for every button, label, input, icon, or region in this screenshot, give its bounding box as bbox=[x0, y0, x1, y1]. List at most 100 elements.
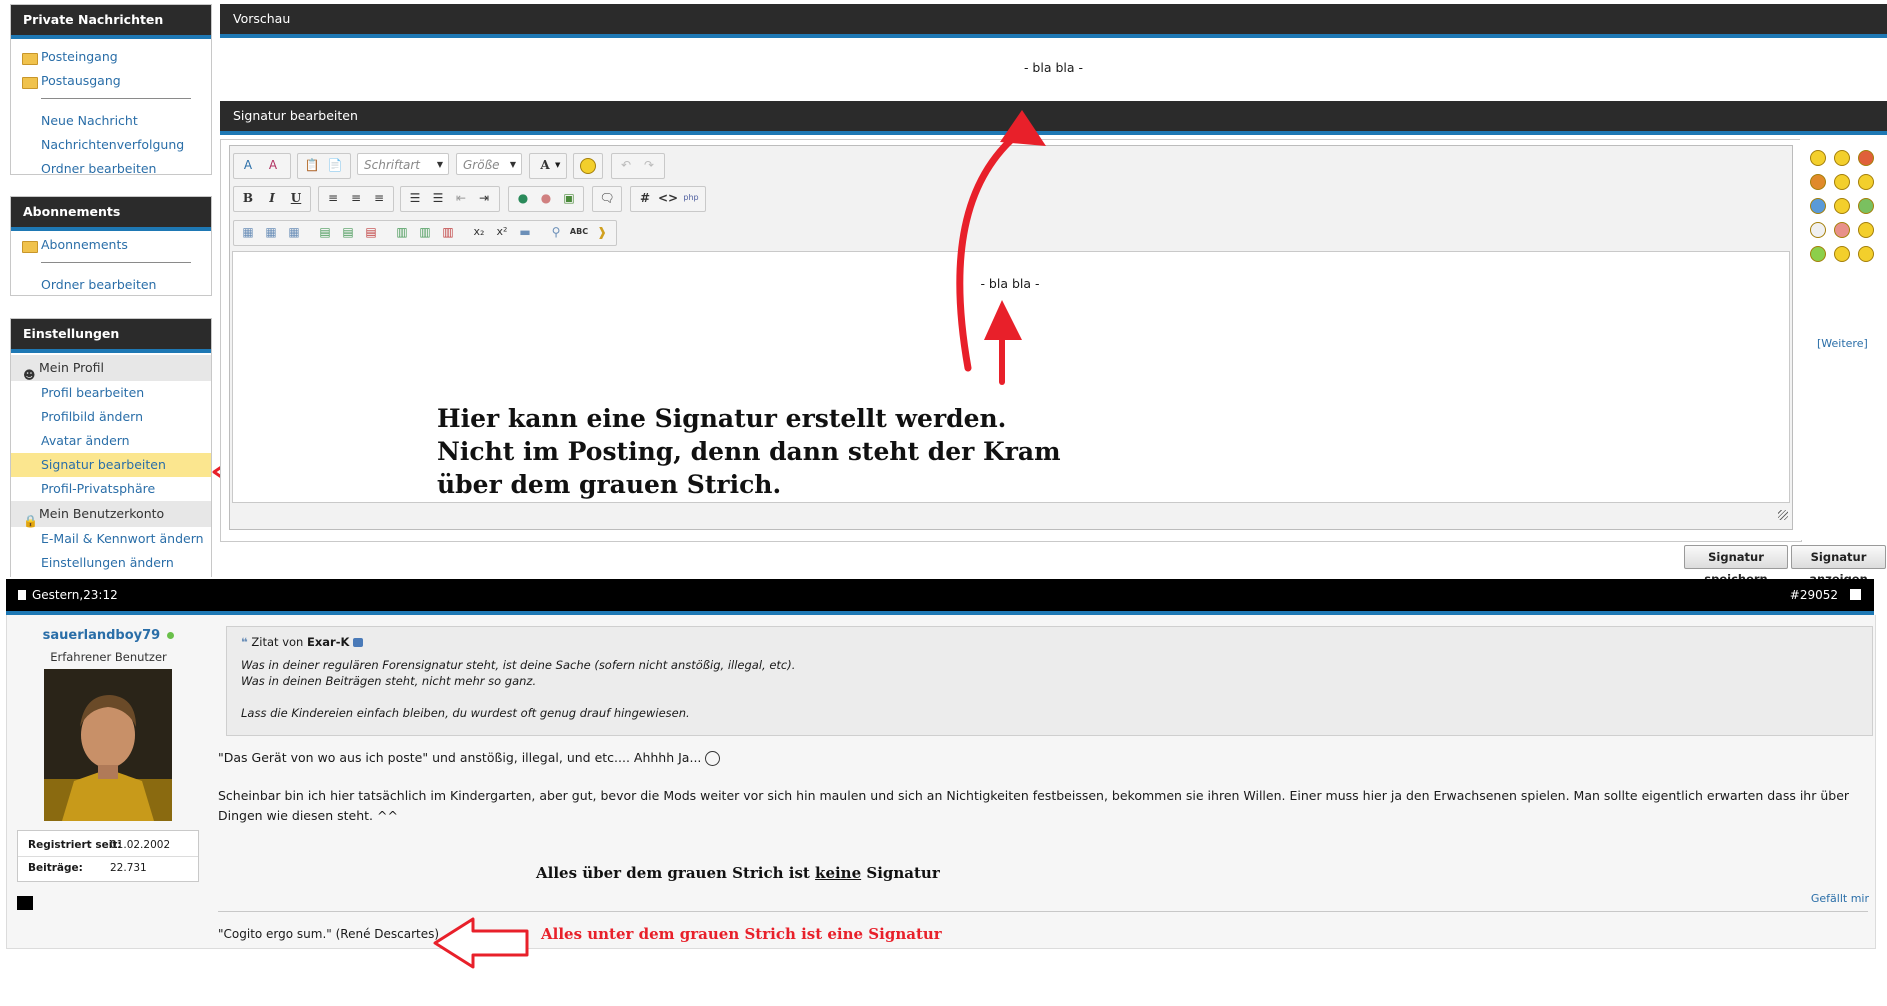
smiley-biggrin-icon[interactable] bbox=[1858, 246, 1874, 262]
link-icon[interactable]: ● bbox=[512, 187, 534, 209]
smiley-sick-icon[interactable] bbox=[1858, 198, 1874, 214]
align-center-icon[interactable]: ≡ bbox=[345, 187, 367, 209]
sidebar-item-subscriptions[interactable]: Abonnements bbox=[11, 233, 211, 257]
smiley-rolleyes-icon[interactable] bbox=[1858, 222, 1874, 238]
toolbar-group-smiley bbox=[573, 153, 603, 179]
bold-icon[interactable]: B bbox=[237, 187, 259, 209]
smiley-icon[interactable] bbox=[580, 158, 596, 174]
font-family-placeholder: Schriftart bbox=[364, 158, 421, 172]
toolbar-group-style: B I U bbox=[233, 186, 311, 212]
annotation-above-line: Alles über dem grauen Strich ist keine S… bbox=[536, 864, 940, 882]
avatar[interactable] bbox=[44, 669, 172, 821]
font-color-icon[interactable]: A bbox=[262, 154, 284, 176]
smiley-blush-icon[interactable] bbox=[1834, 222, 1850, 238]
italic-icon[interactable]: I bbox=[261, 187, 283, 209]
paste-text-icon[interactable]: 📄 bbox=[324, 154, 346, 176]
align-left-icon[interactable]: ≡ bbox=[322, 187, 344, 209]
show-signature-button[interactable]: Signatur anzeigen bbox=[1791, 545, 1886, 586]
indent-icon[interactable]: ⇥ bbox=[473, 187, 495, 209]
annotation-editor-note: Hier kann eine Signatur erstellt werden.… bbox=[437, 404, 1061, 499]
post-text: "Das Gerät von wo aus ich poste" und ans… bbox=[218, 748, 1868, 768]
resize-handle-icon[interactable] bbox=[1778, 510, 1788, 520]
ordered-list-icon[interactable]: ☰ bbox=[404, 187, 426, 209]
sidebar-item-outbox[interactable]: Postausgang bbox=[11, 69, 211, 93]
underline-icon[interactable]: U bbox=[285, 187, 307, 209]
sidebar-group-label: Mein Profil bbox=[39, 360, 105, 375]
user-stats: Registriert seit: 01.02.2002 Beiträge: 2… bbox=[17, 830, 199, 882]
paste-icon[interactable]: 📋 bbox=[301, 154, 323, 176]
unlink-icon[interactable]: ● bbox=[535, 187, 557, 209]
quote-icon[interactable]: 🗨 bbox=[596, 187, 618, 209]
sidebar-item-new-message[interactable]: Neue Nachricht bbox=[11, 109, 211, 133]
sidebar-item-edit-folders[interactable]: Ordner bearbeiten bbox=[11, 157, 211, 181]
sidebar-item-edit-folders[interactable]: Ordner bearbeiten bbox=[11, 273, 211, 297]
redo-icon[interactable]: ↷ bbox=[638, 154, 660, 176]
toolbar-group-code: # <> php bbox=[630, 186, 706, 212]
chevron-down-icon: ▼ bbox=[509, 160, 516, 169]
more-smilies-link[interactable]: [Weitere] bbox=[1817, 337, 1868, 350]
row-insert-below-icon[interactable]: ▤ bbox=[337, 221, 359, 243]
chevron-down-icon: ▼ bbox=[436, 160, 443, 169]
sidebar-item-change-settings[interactable]: Einstellungen ändern bbox=[11, 551, 211, 575]
smiley-mad-icon[interactable] bbox=[1810, 174, 1826, 190]
sidebar-item-edit-profile[interactable]: Profil bearbeiten bbox=[11, 381, 211, 405]
sidebar-group-my-account[interactable]: 🔒 Mein Benutzerkonto bbox=[11, 501, 211, 528]
smiley-cool-icon[interactable] bbox=[1810, 198, 1826, 214]
source-icon[interactable]: ❱ bbox=[591, 221, 613, 243]
smiley-smile-icon[interactable] bbox=[1834, 150, 1850, 166]
font-size-select[interactable]: Größe ▼ bbox=[456, 153, 522, 175]
col-insert-right-icon[interactable]: ▥ bbox=[414, 221, 436, 243]
col-insert-left-icon[interactable]: ▥ bbox=[391, 221, 413, 243]
smiley-confused-icon[interactable] bbox=[1834, 174, 1850, 190]
checkbox-icon[interactable] bbox=[1850, 589, 1861, 600]
font-family-select[interactable]: Schriftart ▼ bbox=[357, 153, 449, 175]
sidebar-item-profile-privacy[interactable]: Profil-Privatsphäre bbox=[11, 477, 211, 501]
posts-value: 22.731 bbox=[110, 862, 147, 874]
save-signature-button[interactable]: Signatur speichern bbox=[1684, 545, 1788, 586]
smiley-eek-icon[interactable] bbox=[1834, 198, 1850, 214]
smiley-angry-icon[interactable] bbox=[1858, 150, 1874, 166]
outdent-icon[interactable]: ⇤ bbox=[450, 187, 472, 209]
sidebar-group-my-profile[interactable]: ☻ Mein Profil bbox=[11, 355, 211, 382]
spellcheck-icon[interactable]: ABC bbox=[568, 221, 590, 243]
remove-format-icon[interactable]: A bbox=[237, 154, 259, 176]
sidebar-item-edit-signature[interactable]: Signatur bearbeiten bbox=[11, 453, 211, 477]
superscript-icon[interactable]: x² bbox=[491, 221, 513, 243]
table-icon[interactable]: ▦ bbox=[237, 221, 259, 243]
row-insert-above-icon[interactable]: ▤ bbox=[314, 221, 336, 243]
subscript-icon[interactable]: x₂ bbox=[468, 221, 490, 243]
smiley-grin-icon[interactable] bbox=[1810, 150, 1826, 166]
unordered-list-icon[interactable]: ☰ bbox=[427, 187, 449, 209]
sidebar-item-change-avatar[interactable]: Avatar ändern bbox=[11, 429, 211, 453]
search-icon[interactable]: ⚲ bbox=[545, 221, 567, 243]
username-link[interactable]: sauerlandboy79 bbox=[43, 628, 161, 643]
sidebar-item-change-profile-picture[interactable]: Profilbild ändern bbox=[11, 405, 211, 429]
toolbar-group-table: ▦ ▦ ▦ ▤ ▤ ▤ ▥ ▥ ▥ x₂ x² ▬ ⚲ ABC ❱ bbox=[233, 220, 617, 246]
horizontal-rule-icon[interactable]: ▬ bbox=[514, 221, 536, 243]
row-delete-icon[interactable]: ▤ bbox=[360, 221, 382, 243]
undo-icon[interactable]: ↶ bbox=[615, 154, 637, 176]
text-color-icon[interactable]: A bbox=[534, 154, 556, 176]
html-code-icon[interactable]: <> bbox=[657, 187, 679, 209]
smiley-green-icon[interactable] bbox=[1810, 246, 1826, 262]
sidebar-item-message-tracking[interactable]: Nachrichtenverfolgung bbox=[11, 133, 211, 157]
smiley-happy-icon[interactable] bbox=[1834, 246, 1850, 262]
image-icon[interactable]: ▣ bbox=[558, 187, 580, 209]
col-delete-icon[interactable]: ▥ bbox=[437, 221, 459, 243]
quote-header: ❝ Zitat von Exar-K bbox=[241, 635, 364, 649]
smiley-tongue-icon[interactable] bbox=[1810, 222, 1826, 238]
php-code-icon[interactable]: php bbox=[680, 187, 702, 209]
smiley-wink-icon[interactable] bbox=[1858, 174, 1874, 190]
view-post-icon[interactable] bbox=[353, 638, 364, 647]
post-id-link[interactable]: #29052 bbox=[1790, 579, 1838, 611]
user-profile-icon[interactable] bbox=[17, 896, 33, 910]
like-link[interactable]: Gefällt mir bbox=[1811, 892, 1869, 905]
table-delete-icon[interactable]: ▦ bbox=[283, 221, 305, 243]
sidebar-item-inbox[interactable]: Posteingang bbox=[11, 45, 211, 69]
sidebar-item-email-password[interactable]: E-Mail & Kennwort ändern bbox=[11, 527, 211, 551]
toolbar-group-insert: ● ● ▣ bbox=[508, 186, 584, 212]
hash-icon[interactable]: # bbox=[634, 187, 656, 209]
align-right-icon[interactable]: ≡ bbox=[368, 187, 390, 209]
quote-icon: ❝ bbox=[241, 635, 248, 649]
table-properties-icon[interactable]: ▦ bbox=[260, 221, 282, 243]
